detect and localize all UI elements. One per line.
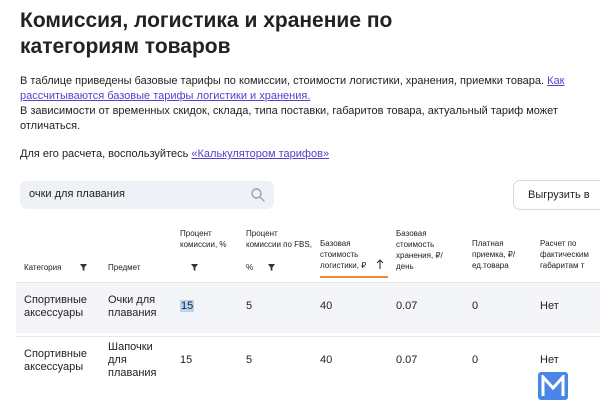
cell-subject-line3: плавания	[108, 367, 157, 379]
cell-subject-line1: Шапочки	[108, 341, 153, 353]
header-actual-line1: Расчет по	[540, 239, 577, 248]
cell-storage: 0.07	[396, 300, 418, 312]
intro-text-2: В зависимости от временных скидок, склад…	[20, 105, 558, 132]
search-input[interactable]: очки для плавания	[20, 181, 274, 209]
header-fbs-unit: %	[246, 263, 254, 272]
header-actual-line2: фактическим	[540, 250, 589, 259]
header-storage-line4: день	[396, 262, 414, 271]
header-fbs-line2: комиссии по FBS,	[246, 240, 312, 249]
cell-category-line1: Спортивные	[24, 348, 88, 360]
intro-paragraph: В таблице приведены базовые тарифы по ко…	[20, 74, 592, 134]
table-row: Спортивные аксессуары Шапочки для плаван…	[16, 336, 600, 387]
header-commission-line2: комиссии, %	[180, 240, 227, 249]
header-storage: Базовая стоимость хранения, ₽/ день	[396, 228, 443, 272]
tariff-table: Категория Предмет Процент комиссии, % Пр…	[16, 216, 600, 387]
export-button-label: Выгрузить в	[528, 189, 590, 201]
cell-subject-line1: Очки для	[108, 294, 156, 306]
cell-subject: Очки для плавания	[108, 294, 157, 320]
cell-fbs: 5	[246, 300, 253, 312]
sorted-column-indicator	[320, 276, 388, 278]
m-logo-icon	[541, 375, 565, 396]
calculator-line: Для его расчета, воспользуйтесь «Калькул…	[20, 147, 580, 162]
tariff-calculator-link[interactable]: «Калькулятором тарифов»	[191, 148, 329, 160]
intro-text: В таблице приведены базовые тарифы по ко…	[20, 75, 545, 87]
header-logistics-line1: Базовая	[320, 239, 351, 248]
watermark-logo	[538, 372, 568, 400]
cell-fbs: 5	[246, 354, 253, 366]
header-commission: Процент комиссии, %	[180, 228, 227, 250]
cell-subject-line2: для	[108, 354, 127, 366]
header-fbs-line1: Процент	[246, 229, 278, 238]
header-acceptance-line3: ед.товара	[472, 261, 509, 270]
filter-icon[interactable]	[191, 264, 198, 271]
cell-category-line2: аксессуары	[24, 361, 84, 373]
cell-commission: 15	[180, 300, 195, 313]
cell-storage: 0.07	[396, 354, 418, 366]
header-storage-line3: хранения, ₽/	[396, 251, 443, 260]
cell-commission: 15	[180, 354, 193, 366]
cell-category-line1: Спортивные	[24, 294, 88, 306]
header-acceptance-line2: приемка, ₽/	[472, 250, 516, 259]
header-storage-line1: Базовая	[396, 229, 427, 238]
page-title: Комиссия, логистика и хранение по катего…	[20, 9, 393, 58]
table-row: Спортивные аксессуары Очки для плавания …	[16, 282, 600, 333]
header-acceptance-line1: Платная	[472, 239, 504, 248]
header-logistics-line2: стоимость	[320, 250, 359, 259]
page: Комиссия, логистика и хранение по катего…	[0, 0, 600, 400]
header-logistics-line3: логистики, ₽	[320, 261, 367, 270]
selected-text[interactable]: 15	[180, 300, 195, 312]
header-storage-line2: стоимость	[396, 240, 435, 249]
filter-icon[interactable]	[80, 264, 87, 271]
cell-category: Спортивные аксессуары	[24, 348, 87, 374]
filter-icon[interactable]	[268, 264, 275, 271]
cell-category-line2: аксессуары	[24, 307, 84, 319]
header-category: Категория	[24, 263, 62, 272]
cell-logistics: 40	[320, 354, 333, 366]
cell-category: Спортивные аксессуары	[24, 294, 87, 320]
cell-actual-dims: Нет	[540, 354, 559, 366]
header-subject: Предмет	[108, 263, 141, 272]
header-actual-dims: Расчет по фактическим габаритам т	[540, 238, 589, 271]
calculator-prefix: Для его расчета, воспользуйтесь	[20, 148, 192, 160]
cell-acceptance: 0	[472, 300, 479, 312]
export-button[interactable]: Выгрузить в	[513, 180, 600, 210]
cell-subject-line2: плавания	[108, 307, 157, 319]
cell-logistics: 40	[320, 300, 333, 312]
header-fbs: Процент комиссии по FBS,	[246, 228, 312, 250]
cell-acceptance: 0	[472, 354, 479, 366]
header-commission-line1: Процент	[180, 229, 212, 238]
cell-subject: Шапочки для плавания	[108, 341, 157, 380]
search-value[interactable]: очки для плавания	[29, 188, 125, 200]
header-actual-line3: габаритам т	[540, 261, 585, 270]
header-acceptance: Платная приемка, ₽/ ед.товара	[472, 238, 515, 271]
search-icon[interactable]	[250, 187, 266, 203]
header-logistics: Базовая стоимость логистики, ₽	[320, 238, 366, 271]
cell-actual-dims: Нет	[540, 300, 559, 312]
sort-arrow-up-icon[interactable]	[376, 259, 384, 269]
